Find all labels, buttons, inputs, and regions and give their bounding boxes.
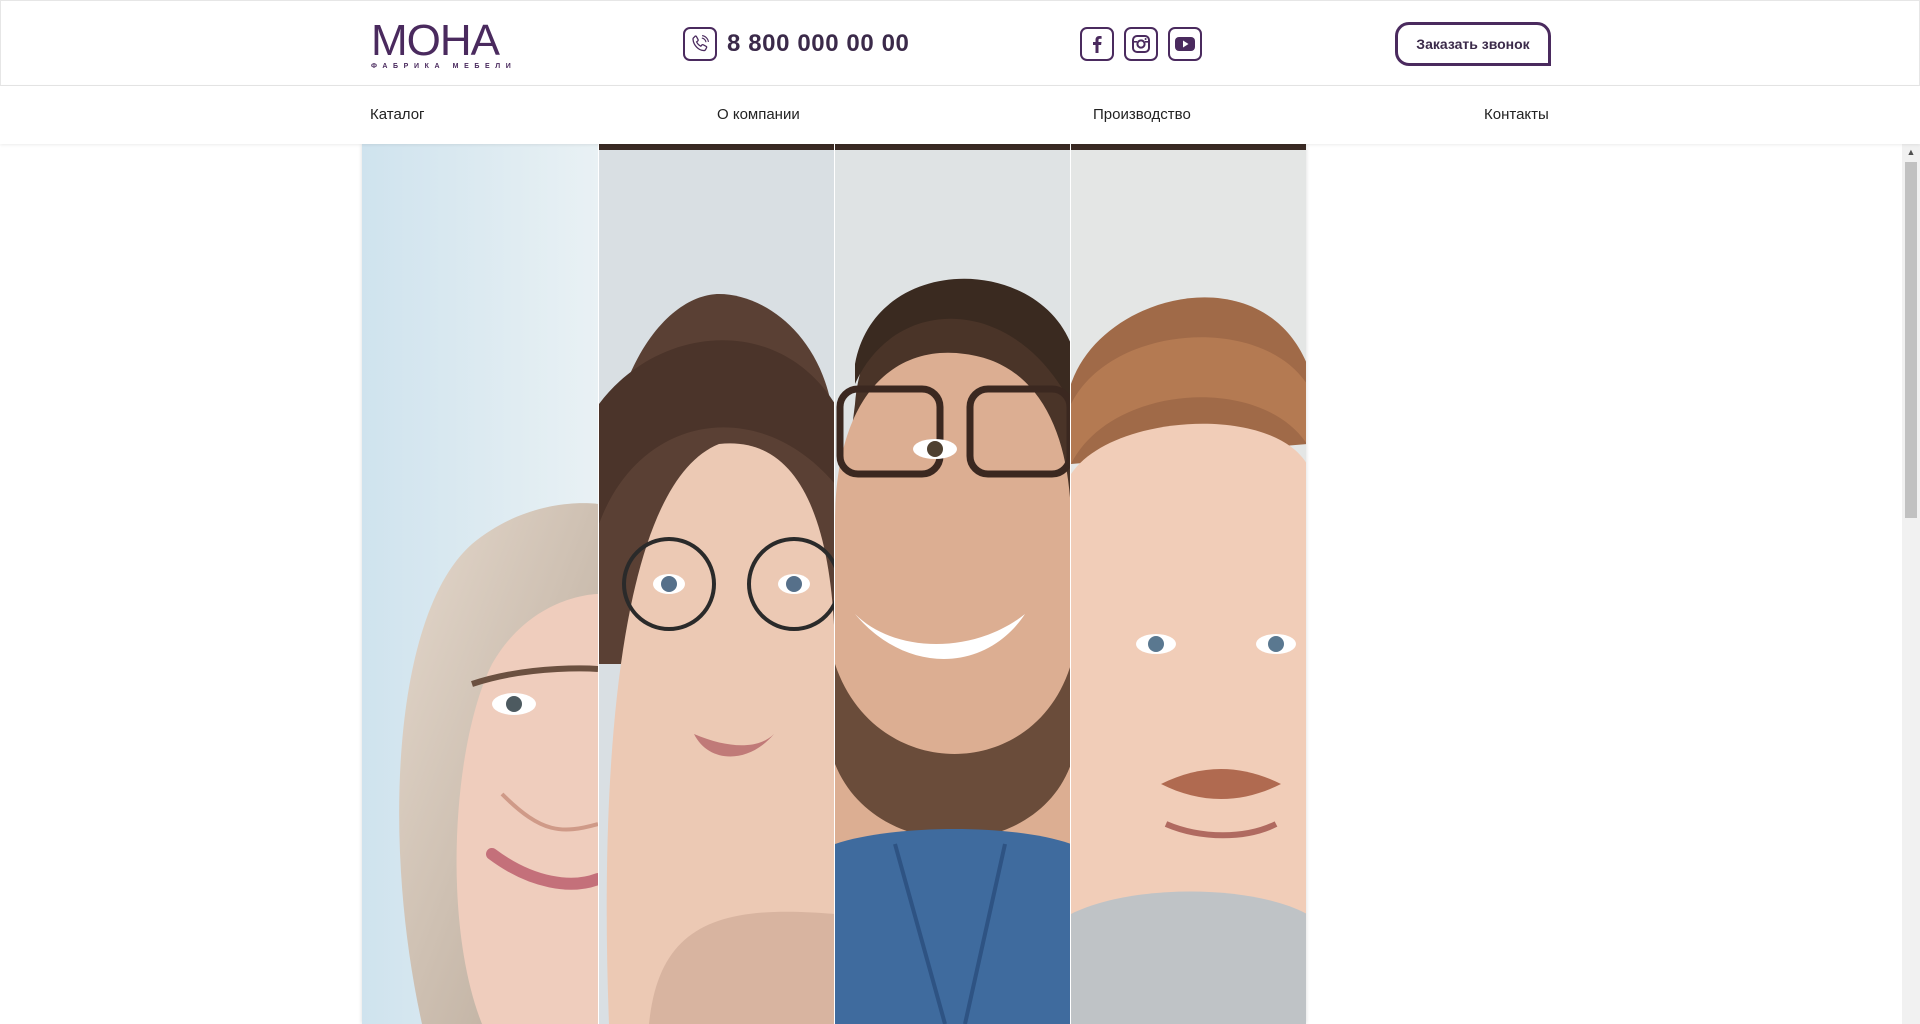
portrait-man-beard-glasses <box>834 144 1070 1024</box>
nav-item-catalog[interactable]: Каталог <box>370 106 425 123</box>
logo-wordmark: МОНА <box>371 16 500 65</box>
phone-block[interactable]: 8 800 000 00 00 <box>683 27 910 61</box>
nav-item-about[interactable]: О компании <box>717 106 800 123</box>
logo-tagline: ФАБРИКА МЕБЕЛИ <box>371 63 517 70</box>
instagram-icon[interactable] <box>1124 27 1158 61</box>
youtube-icon[interactable] <box>1168 27 1202 61</box>
logo[interactable]: МОНА ФАБРИКА МЕБЕЛИ <box>371 16 511 71</box>
scroll-up-arrow-icon[interactable]: ▲ <box>1902 144 1920 160</box>
site-header: МОНА ФАБРИКА МЕБЕЛИ 8 800 000 00 00 Зака… <box>0 0 1920 86</box>
scroll-thumb[interactable] <box>1905 162 1917 518</box>
portrait-woman-glasses <box>598 144 834 1024</box>
hero-portraits <box>362 144 1306 1024</box>
portrait-man-redhead <box>1070 144 1306 1024</box>
nav-item-production[interactable]: Производство <box>1093 106 1191 123</box>
facebook-icon[interactable] <box>1080 27 1114 61</box>
nav-item-contacts[interactable]: Контакты <box>1484 106 1549 123</box>
page-scrollbar[interactable]: ▲ <box>1902 144 1920 1024</box>
main-nav: Каталог О компании Производство Контакты <box>0 86 1920 144</box>
portrait-woman-blonde <box>362 144 598 1024</box>
phone-number[interactable]: 8 800 000 00 00 <box>727 30 910 58</box>
phone-icon <box>683 27 717 61</box>
callback-button[interactable]: Заказать звонок <box>1395 22 1551 66</box>
